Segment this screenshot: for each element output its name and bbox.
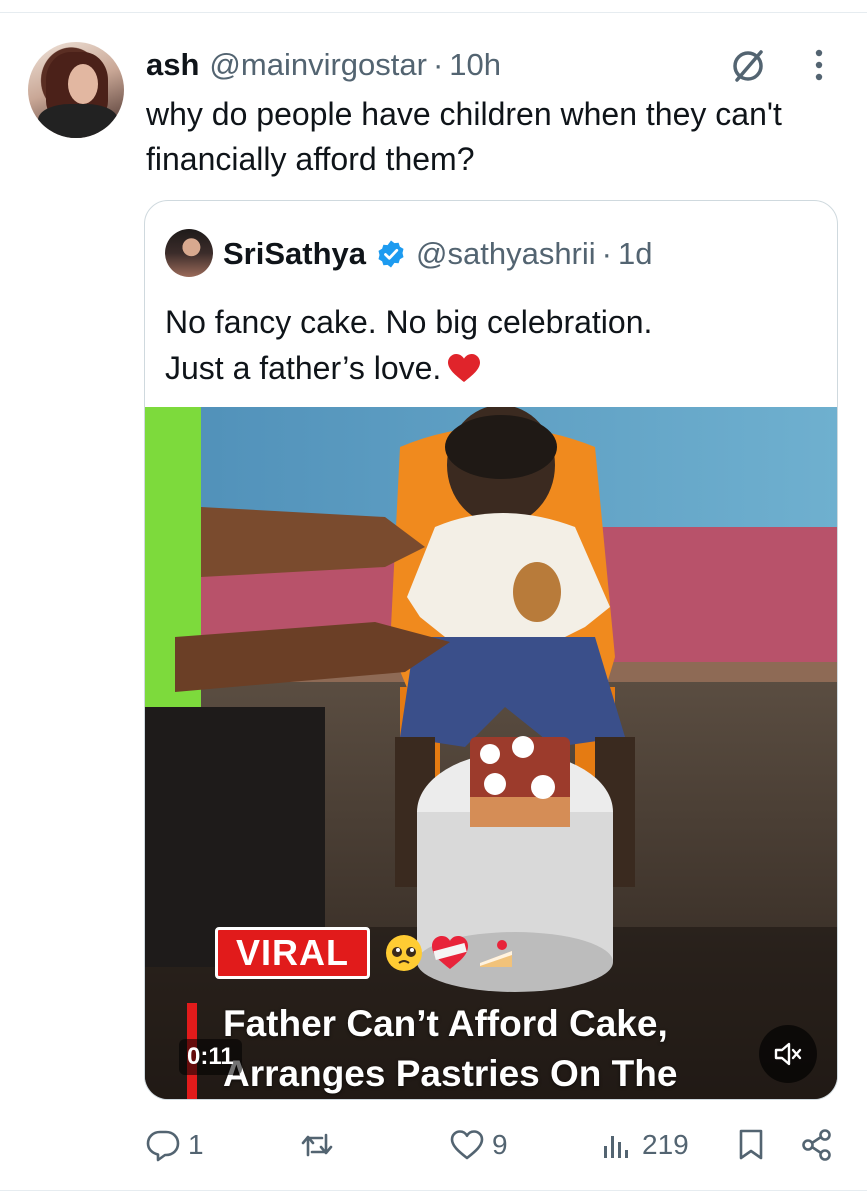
video-duration: 0:11 <box>179 1039 242 1075</box>
views-icon <box>604 1136 628 1158</box>
share-icon <box>802 1129 831 1161</box>
cake-slice-emoji <box>480 940 512 967</box>
like-count: 9 <box>492 1129 508 1160</box>
more-icon[interactable] <box>806 46 832 84</box>
bandaged-heart-emoji <box>432 936 468 969</box>
mute-icon <box>774 1042 802 1066</box>
emoji-row <box>384 933 516 973</box>
tweet-text: why do people have children when they ca… <box>146 96 782 177</box>
bookmark-icon <box>739 1129 763 1160</box>
viral-badge: VIRAL <box>215 927 370 979</box>
video-frame <box>145 407 837 1099</box>
pleading-face-emoji <box>386 935 422 971</box>
verified-icon <box>378 240 404 268</box>
tweet-time[interactable]: 10h <box>449 47 501 83</box>
bookmark-button[interactable] <box>734 1122 768 1168</box>
like-button[interactable]: 9 <box>450 1122 508 1168</box>
quoted-text-line-1: No fancy cake. No big celebration. <box>165 304 653 340</box>
views-button[interactable]: 219 <box>600 1122 689 1168</box>
like-icon <box>450 1130 484 1160</box>
quoted-text-line-2: Just a father’s love. <box>165 345 825 391</box>
quoted-tweet-header: SriSathya @sathyashrii · 1d <box>223 234 652 274</box>
reply-icon <box>146 1130 180 1162</box>
headline-line-1: Father Can’t Afford Cake, <box>223 1003 668 1044</box>
separator-dot: · <box>432 47 444 82</box>
quoted-tweet-card[interactable]: SriSathya @sathyashrii · 1d No fancy cak… <box>144 200 838 1100</box>
heart-emoji <box>448 354 481 382</box>
quoted-tweet-time[interactable]: 1d <box>618 236 652 272</box>
mute-button[interactable] <box>759 1025 817 1083</box>
tweet-actions: 1 9 219 <box>0 1122 867 1168</box>
reply-count: 1 <box>188 1129 204 1160</box>
quoted-author-handle[interactable]: @sathyashrii <box>416 236 596 272</box>
author-handle[interactable]: @mainvirgostar <box>209 47 427 83</box>
repost-icon <box>301 1133 333 1157</box>
bottom-divider <box>0 1190 867 1191</box>
views-count: 219 <box>642 1129 689 1160</box>
repost-button[interactable] <box>300 1122 342 1168</box>
quoted-author-avatar[interactable] <box>165 229 213 277</box>
quoted-tweet-text: No fancy cake. No big celebration. Just … <box>165 299 825 391</box>
grok-icon[interactable] <box>728 48 768 84</box>
reply-button[interactable]: 1 <box>146 1122 204 1168</box>
separator-dot: · <box>601 236 612 271</box>
share-button[interactable] <box>800 1122 834 1168</box>
top-divider <box>0 12 867 13</box>
tweet-header: ash @mainvirgostar · 10h <box>146 44 501 86</box>
author-name[interactable]: ash <box>146 47 199 83</box>
video-player[interactable]: VIRAL Father Can’t Afford Cake, Arranges… <box>145 407 837 1099</box>
viral-tag: VIRAL <box>215 927 516 979</box>
video-headline: Father Can’t Afford Cake, Arranges Pastr… <box>187 999 807 1099</box>
author-avatar[interactable] <box>28 42 124 138</box>
headline-line-2: Arranges Pastries On The <box>223 1053 678 1094</box>
quoted-author-name[interactable]: SriSathya <box>223 236 366 272</box>
